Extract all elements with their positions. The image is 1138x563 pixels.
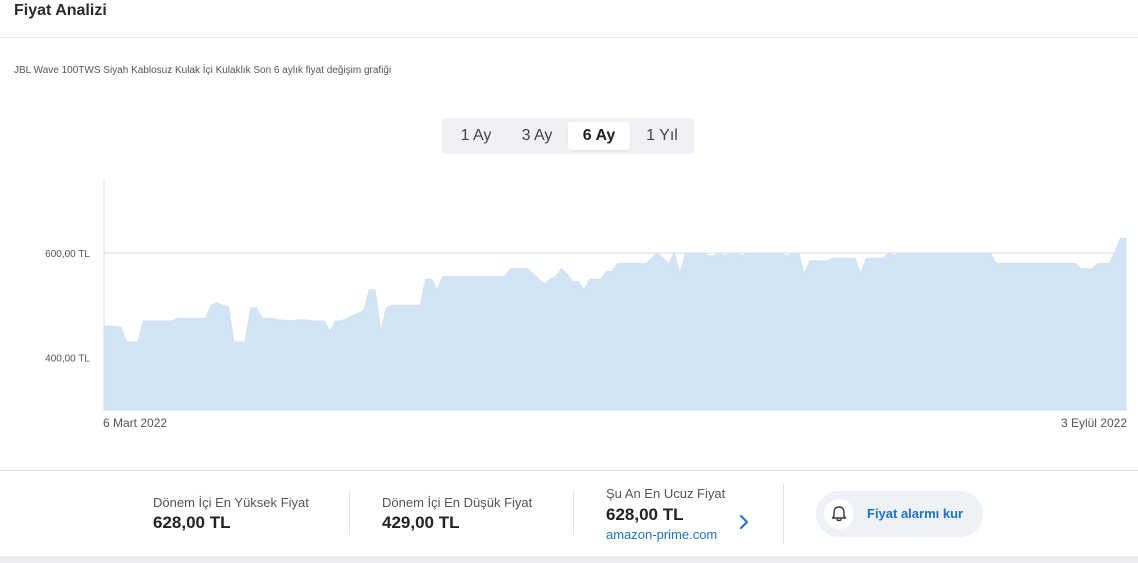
page-bottom-band (0, 556, 1138, 563)
price-chart: 600,00 TL 400,00 TL 6 Mart 2022 3 Eylül … (45, 180, 1127, 430)
price-alarm-button[interactable]: Fiyat alarmı kur (816, 491, 983, 537)
tab-6-months[interactable]: 6 Ay (568, 122, 630, 150)
price-area (103, 237, 1127, 411)
bell-icon (824, 499, 854, 529)
page-header: Fiyat Analizi (0, 0, 1138, 38)
cheapest-price-label: Şu An En Ucuz Fiyat (606, 486, 726, 501)
stat-divider (783, 484, 784, 544)
chevron-right-icon[interactable] (736, 512, 752, 532)
y-tick-label-600: 600,00 TL (45, 249, 90, 260)
tab-3-months[interactable]: 3 Ay (509, 122, 565, 150)
x-tick-label-start: 6 Mart 2022 (103, 416, 167, 430)
stat-divider (349, 491, 350, 535)
tab-1-year[interactable]: 1 Yıl (633, 122, 691, 150)
y-tick-label-400: 400,00 TL (45, 354, 90, 365)
page-title: Fiyat Analizi (14, 2, 107, 19)
cheapest-price-value: 628,00 TL (606, 505, 684, 524)
lowest-price-value: 429,00 TL (382, 513, 460, 532)
cheapest-shop-link[interactable]: amazon-prime.com (606, 527, 717, 542)
tab-1-month[interactable]: 1 Ay (448, 122, 504, 150)
highest-price-value: 628,00 TL (153, 513, 231, 532)
highest-price-label: Dönem İçi En Yüksek Fiyat (153, 495, 309, 510)
price-alarm-label: Fiyat alarmı kur (867, 506, 964, 521)
lowest-price-label: Dönem İçi En Düşük Fiyat (382, 495, 533, 510)
chart-subtitle: JBL Wave 100TWS Siyah Kablosuz Kulak İçi… (14, 65, 392, 76)
period-tabs: 1 Ay 3 Ay 6 Ay 1 Yıl (442, 118, 694, 154)
stat-divider (573, 491, 574, 535)
section-divider (0, 470, 1138, 471)
x-tick-label-end: 3 Eylül 2022 (1061, 416, 1127, 430)
